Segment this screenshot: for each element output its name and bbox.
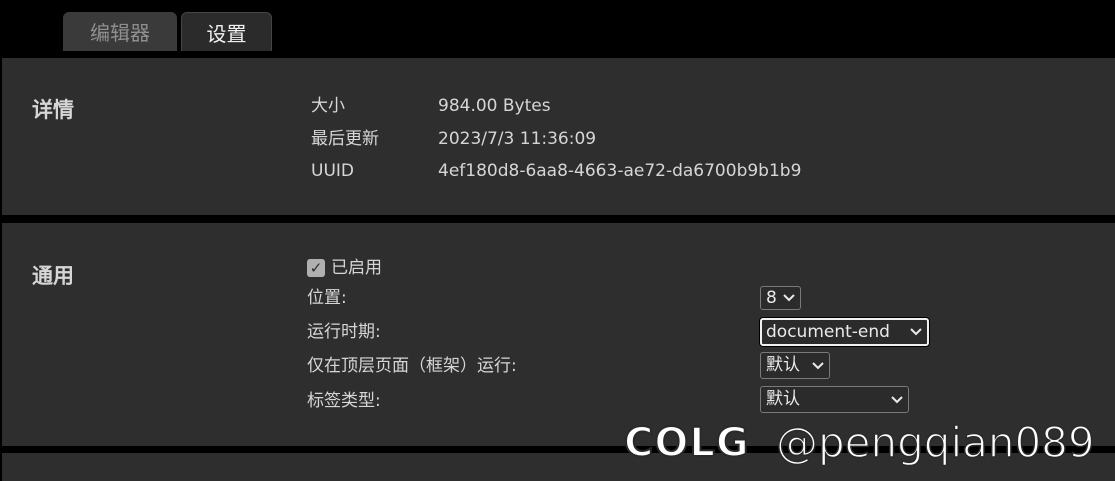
tab-type-select-value: 默认 (766, 389, 800, 409)
last-updated-value: 2023/7/3 11:36:09 (438, 129, 597, 149)
general-section: 通用 ✓ 已启用 位置: 8 运行时期: document-end 仅在顶层页面… (2, 223, 1115, 446)
run-at-select[interactable]: document-end (760, 318, 929, 346)
size-value: 984.00 Bytes (438, 96, 551, 116)
tab-bar: 编辑器 设置 (0, 0, 1115, 51)
run-at-label: 运行时期: (307, 322, 381, 342)
tab-type-label: 标签类型: (307, 391, 381, 411)
last-updated-label: 最后更新 (311, 129, 379, 149)
position-label: 位置: (307, 288, 347, 308)
chevron-down-icon (891, 387, 903, 412)
enabled-label[interactable]: 已启用 (331, 256, 382, 280)
enabled-checkbox[interactable]: ✓ (307, 259, 325, 277)
top-frame-only-label: 仅在顶层页面（框架）运行: (307, 356, 517, 376)
chevron-down-icon (783, 287, 795, 309)
tab-settings[interactable]: 设置 (181, 12, 272, 51)
watermark-logo: COLG (623, 419, 750, 467)
position-select[interactable]: 8 (760, 286, 801, 310)
tab-editor[interactable]: 编辑器 (63, 12, 177, 51)
top-frame-only-select-value: 默认 (766, 355, 800, 375)
general-title: 通用 (32, 264, 74, 288)
tab-type-select[interactable]: 默认 (760, 386, 909, 413)
chevron-down-icon (812, 353, 824, 378)
position-select-value: 8 (766, 288, 777, 308)
details-section: 详情 大小 984.00 Bytes 最后更新 2023/7/3 11:36:0… (2, 58, 1115, 215)
details-title: 详情 (32, 98, 74, 122)
watermark-handle: @pengqian089 (775, 417, 1095, 468)
top-frame-only-select[interactable]: 默认 (760, 352, 830, 379)
size-label: 大小 (311, 96, 345, 116)
chevron-down-icon (910, 320, 922, 344)
run-at-select-value: document-end (766, 322, 890, 342)
uuid-value: 4ef180d8-6aa8-4663-ae72-da6700b9b1b9 (438, 161, 802, 181)
uuid-label: UUID (311, 161, 354, 181)
